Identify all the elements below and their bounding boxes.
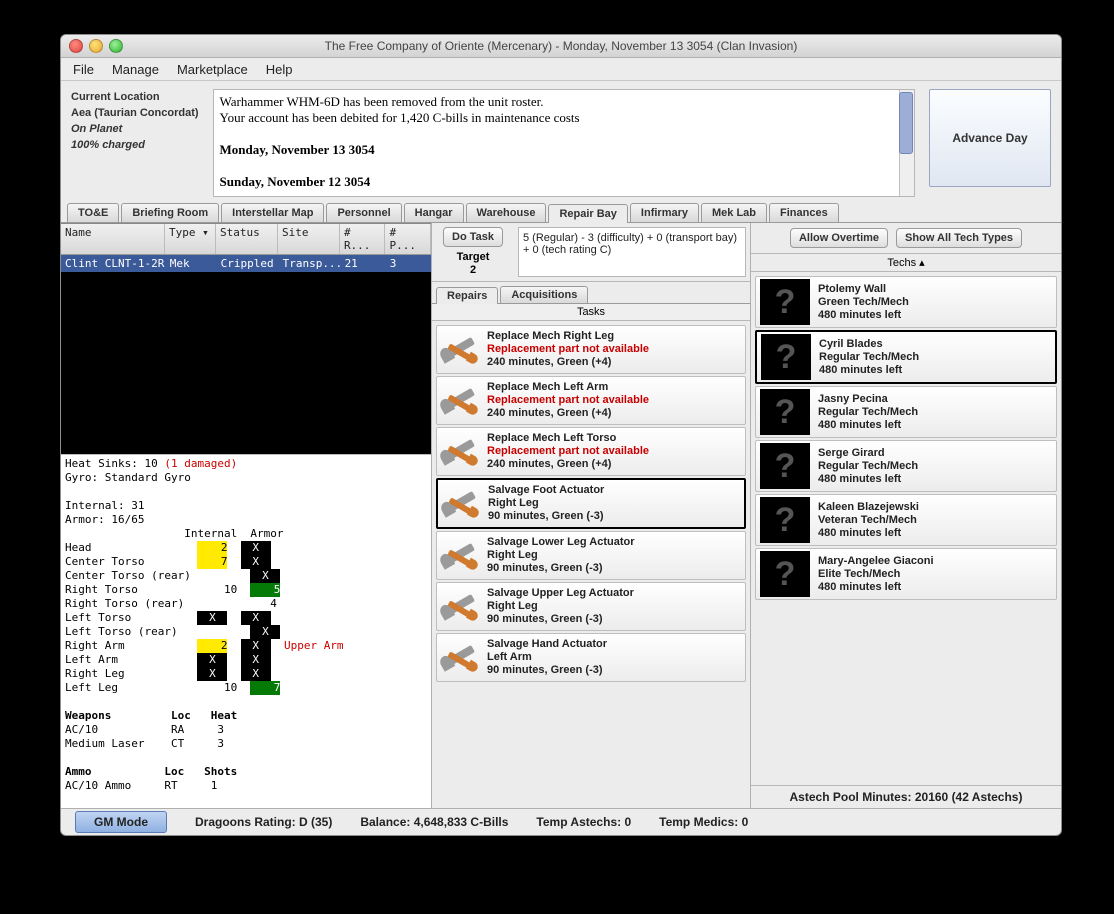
repair-icon xyxy=(441,383,481,419)
content: NameType ▾StatusSite# R...# P... Clint C… xyxy=(61,223,1061,808)
tech-item[interactable]: ?Mary-Angelee GiaconiElite Tech/Mech480 … xyxy=(755,548,1057,600)
tab-repair-bay[interactable]: Repair Bay xyxy=(548,204,627,223)
repair-icon xyxy=(441,434,481,470)
subtabs: Repairs Acquisitions xyxy=(432,282,750,304)
avatar-icon: ? xyxy=(760,389,810,435)
allow-overtime-button[interactable]: Allow Overtime xyxy=(790,228,888,248)
tab-mek-lab[interactable]: Mek Lab xyxy=(701,203,767,222)
tab-repairs[interactable]: Repairs xyxy=(436,287,498,304)
task-item[interactable]: Salvage Hand ActuatorLeft Arm90 minutes,… xyxy=(436,633,746,682)
balance-value: Balance: 4,648,833 C-Bills xyxy=(360,815,508,829)
middle-column: Do Task Target2 5 (Regular) - 3 (difficu… xyxy=(432,223,751,808)
repair-icon xyxy=(442,486,482,522)
task-item[interactable]: Replace Mech Left ArmReplacement part no… xyxy=(436,376,746,425)
log-date: Sunday, November 12 3054 xyxy=(220,174,371,189)
do-task-area: Do Task Target2 5 (Regular) - 3 (difficu… xyxy=(432,223,750,282)
techs-heading[interactable]: Techs ▴ xyxy=(751,254,1061,272)
task-item[interactable]: Salvage Upper Leg ActuatorRight Leg90 mi… xyxy=(436,582,746,631)
advance-day-button[interactable]: Advance Day xyxy=(929,89,1051,187)
menu-file[interactable]: File xyxy=(73,62,94,77)
menubar: File Manage Marketplace Help xyxy=(61,58,1061,81)
log-line: Your account has been debited for 1,420 … xyxy=(220,110,580,125)
tab-hangar[interactable]: Hangar xyxy=(404,203,464,222)
location-status: On Planet xyxy=(71,123,122,135)
show-all-techs-button[interactable]: Show All Tech Types xyxy=(896,228,1022,248)
target-label: Target2 xyxy=(457,251,490,277)
menu-marketplace[interactable]: Marketplace xyxy=(177,62,248,77)
cell-r: 21 xyxy=(341,256,386,271)
temp-astechs: Temp Astechs: 0 xyxy=(536,815,631,829)
tab-infirmary[interactable]: Infirmary xyxy=(630,203,699,222)
location-block: Current Location Aea (Taurian Concordat)… xyxy=(71,89,199,153)
location-charge: 100% charged xyxy=(71,139,145,151)
astech-pool: Astech Pool Minutes: 20160 (42 Astechs) xyxy=(751,785,1061,808)
column-header[interactable]: Name xyxy=(61,224,165,254)
column-header[interactable]: Site xyxy=(278,224,340,254)
tech-item[interactable]: ?Serge GirardRegular Tech/Mech480 minute… xyxy=(755,440,1057,492)
location-place: Aea (Taurian Concordat) xyxy=(71,107,199,119)
cell-name: Clint CLNT-1-2R xyxy=(61,256,166,271)
tech-item[interactable]: ?Ptolemy WallGreen Tech/Mech480 minutes … xyxy=(755,276,1057,328)
tab-personnel[interactable]: Personnel xyxy=(326,203,401,222)
column-header[interactable]: Status xyxy=(216,224,278,254)
log-line: Warhammer WHM-6D has been removed from t… xyxy=(220,94,544,109)
task-list[interactable]: Replace Mech Right LegReplacement part n… xyxy=(432,321,750,808)
left-column: NameType ▾StatusSite# R...# P... Clint C… xyxy=(61,223,432,808)
avatar-icon: ? xyxy=(760,279,810,325)
column-header[interactable]: # R... xyxy=(340,224,386,254)
cell-status: Crippled xyxy=(217,256,279,271)
scrollbar[interactable] xyxy=(899,90,914,196)
tech-item[interactable]: ?Cyril BladesRegular Tech/Mech480 minute… xyxy=(755,330,1057,384)
menu-help[interactable]: Help xyxy=(266,62,293,77)
log-date: Monday, November 13 3054 xyxy=(220,142,375,157)
column-header[interactable]: Type ▾ xyxy=(165,224,216,254)
tech-list[interactable]: ?Ptolemy WallGreen Tech/Mech480 minutes … xyxy=(751,272,1061,785)
repair-icon xyxy=(441,589,481,625)
location-header: Current Location xyxy=(71,91,160,103)
tasks-heading: Tasks xyxy=(432,304,750,321)
menu-manage[interactable]: Manage xyxy=(112,62,159,77)
tech-item[interactable]: ?Jasny PecinaRegular Tech/Mech480 minute… xyxy=(755,386,1057,438)
app-window: The Free Company of Oriente (Mercenary) … xyxy=(60,34,1062,836)
cell-type: Mek xyxy=(166,256,217,271)
right-column: Allow Overtime Show All Tech Types Techs… xyxy=(751,223,1061,808)
unit-table: NameType ▾StatusSite# R...# P... Clint C… xyxy=(61,223,431,454)
tab-warehouse[interactable]: Warehouse xyxy=(466,203,547,222)
avatar-icon: ? xyxy=(760,497,810,543)
do-task-button[interactable]: Do Task xyxy=(443,227,503,247)
task-item[interactable]: Replace Mech Left TorsoReplacement part … xyxy=(436,427,746,476)
task-item[interactable]: Replace Mech Right LegReplacement part n… xyxy=(436,325,746,374)
avatar-icon: ? xyxy=(761,334,811,380)
cell-p: 3 xyxy=(386,256,431,271)
unit-table-header[interactable]: NameType ▾StatusSite# R...# P... xyxy=(61,224,431,255)
tab-briefing-room[interactable]: Briefing Room xyxy=(121,203,219,222)
statusbar: GM Mode Dragoons Rating: D (35) Balance:… xyxy=(61,808,1061,835)
temp-medics: Temp Medics: 0 xyxy=(659,815,748,829)
avatar-icon: ? xyxy=(760,551,810,597)
unit-row[interactable]: Clint CLNT-1-2R Mek Crippled Transp... 2… xyxy=(61,255,431,272)
titlebar: The Free Company of Oriente (Mercenary) … xyxy=(61,35,1061,58)
window-title: The Free Company of Oriente (Mercenary) … xyxy=(61,39,1061,53)
task-item[interactable]: Salvage Lower Leg ActuatorRight Leg90 mi… xyxy=(436,531,746,580)
avatar-icon: ? xyxy=(760,443,810,489)
gm-mode-button[interactable]: GM Mode xyxy=(75,811,167,833)
task-item[interactable]: Salvage Foot ActuatorRight Leg90 minutes… xyxy=(436,478,746,529)
task-formula: 5 (Regular) - 3 (difficulty) + 0 (transp… xyxy=(518,227,746,277)
dragoons-rating: Dragoons Rating: D (35) xyxy=(195,815,332,829)
event-log[interactable]: Warhammer WHM-6D has been removed from t… xyxy=(213,89,915,197)
tab-to-e[interactable]: TO&E xyxy=(67,203,119,222)
cell-site: Transp... xyxy=(279,256,341,271)
tab-finances[interactable]: Finances xyxy=(769,203,839,222)
unit-detail[interactable]: Heat Sinks: 10 (1 damaged) Gyro: Standar… xyxy=(61,454,431,808)
main-tabs: TO&EBriefing RoomInterstellar MapPersonn… xyxy=(61,203,1061,223)
repair-icon xyxy=(441,332,481,368)
tab-interstellar-map[interactable]: Interstellar Map xyxy=(221,203,324,222)
repair-icon xyxy=(441,538,481,574)
tech-item[interactable]: ?Kaleen BlazejewskiVeteran Tech/Mech480 … xyxy=(755,494,1057,546)
tab-acquisitions[interactable]: Acquisitions xyxy=(500,286,588,303)
column-header[interactable]: # P... xyxy=(385,224,431,254)
top-panel: Current Location Aea (Taurian Concordat)… xyxy=(61,81,1061,203)
repair-icon xyxy=(441,640,481,676)
